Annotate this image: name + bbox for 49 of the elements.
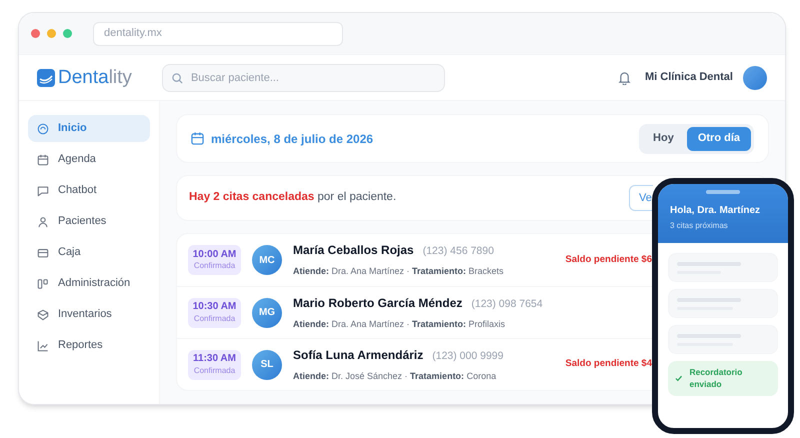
patient-avatar: MG — [252, 298, 282, 328]
person-icon — [37, 216, 49, 228]
patient-avatar: SL — [252, 350, 282, 380]
patient-name: Mario Roberto García Méndez — [293, 294, 462, 312]
sidebar-item[interactable]: Administración — [28, 270, 150, 297]
check-icon — [675, 375, 682, 382]
alert-message: Hay 2 citas canceladas por el paciente. — [189, 190, 396, 206]
logo-text: Dentality — [58, 68, 132, 87]
sidebar-item[interactable]: Pacientes — [28, 208, 150, 235]
box-icon — [37, 308, 49, 320]
calendar-icon — [191, 132, 204, 145]
dashboard-icon — [37, 122, 49, 134]
drag-handle — [706, 190, 740, 194]
pending-balance: Saldo pendiente $4 — [565, 357, 652, 372]
card-icon — [37, 246, 49, 258]
phone-subtitle: 3 citas próximas — [670, 220, 729, 232]
user-avatar[interactable] — [743, 66, 767, 90]
time-badge: 11:30 AM Confirmada — [188, 350, 241, 380]
patient-phone: (123) 098 7654 — [471, 296, 543, 312]
sidebar-item[interactable]: Chatbot — [28, 177, 150, 204]
chart-icon — [37, 340, 49, 352]
sidebar-item[interactable]: Reportes — [28, 332, 150, 359]
patient-phone: (123) 000 9999 — [432, 348, 504, 364]
phone-greeting: Hola, Dra. Martínez — [670, 204, 762, 218]
sidebar-item[interactable]: Agenda — [28, 146, 150, 173]
columns-icon — [37, 278, 49, 290]
logo-icon — [37, 68, 55, 86]
pending-balance: Saldo pendiente $6 — [565, 252, 652, 267]
chat-icon — [37, 184, 49, 196]
appointment-details: Atiende: Dra. Ana Martínez · Tratamiento: Profilaxis — [293, 318, 506, 331]
day-toggle-option[interactable]: Hoy — [642, 126, 685, 150]
patient-phone: (123) 456 7890 — [422, 244, 494, 260]
patient-name: María Ceballos Rojas — [293, 242, 414, 260]
search-field[interactable]: Buscar paciente... — [162, 64, 445, 92]
date-label: miércoles, 8 de julio de 2026 — [211, 130, 374, 148]
time-badge: 10:30 AM Confirmada — [188, 298, 241, 328]
patient-name: Sofía Luna Armendáriz — [293, 346, 424, 364]
appointment-details: Atiende: Dra. Ana Martínez · Tratamiento: Brackets — [293, 265, 504, 278]
calendar-icon — [37, 154, 49, 166]
search-icon — [172, 72, 183, 84]
patient-avatar: MC — [252, 245, 282, 275]
notification-bell-icon[interactable] — [618, 70, 631, 84]
clinic-name: Mi Clínica Dental — [644, 70, 733, 86]
time-badge: 10:00 AM Confirmada — [188, 245, 241, 275]
reminder-sent-notice: Recordatorio enviado — [668, 361, 778, 396]
appointment-details: Atiende: Dr. José Sánchez · Tratamiento: Corona — [293, 370, 498, 383]
sidebar-item[interactable]: Inicio — [28, 115, 150, 142]
sidebar-item[interactable]: Caja — [28, 239, 150, 266]
sidebar-item[interactable]: Inventarios — [28, 301, 150, 328]
